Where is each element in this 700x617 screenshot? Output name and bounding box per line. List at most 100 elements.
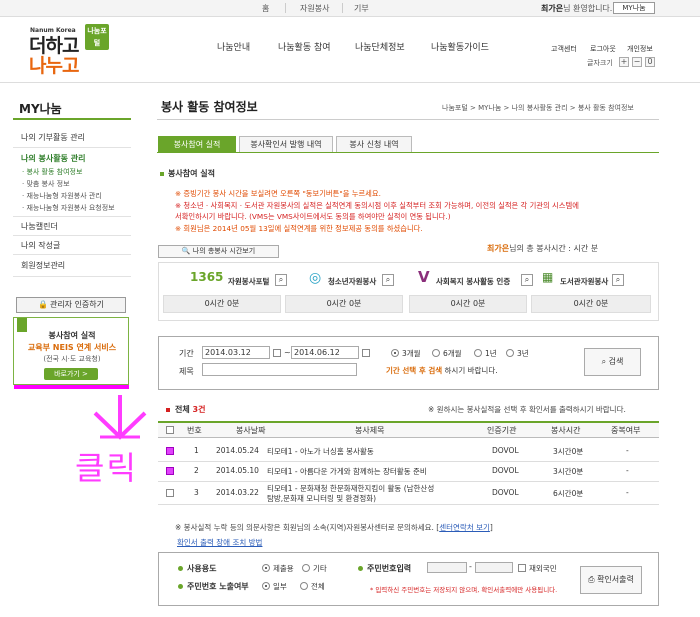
expose-option: 전체: [311, 582, 325, 591]
welcome-user-name: 최가은: [541, 4, 564, 13]
range-radio-3m[interactable]: [391, 349, 399, 357]
welcome-message: 최가은님 환영합니다.: [541, 3, 612, 14]
usage-radio-other[interactable]: [302, 564, 310, 572]
gnb-item-organizations[interactable]: 나눔단체정보: [355, 40, 405, 53]
search-icon[interactable]: ⌕: [382, 274, 394, 286]
range-radio-6m[interactable]: [432, 349, 440, 357]
gnb-item-activity-guide[interactable]: 나눔활동가이드: [431, 40, 489, 53]
util-customer-center[interactable]: 고객센터: [551, 44, 577, 54]
site-logo[interactable]: 더하고 나누고: [29, 35, 79, 76]
end-date-input[interactable]: 2014.06.12: [291, 346, 359, 359]
calendar-icon[interactable]: [362, 349, 370, 357]
font-increase-button[interactable]: +: [619, 57, 629, 67]
sidebar-sub-talent-request[interactable]: · 재능나눔형 자원봉사 요청정보: [22, 203, 115, 213]
gnb-item-participation[interactable]: 나눔활동 참여: [278, 40, 331, 53]
usage-label: 사용용도: [187, 564, 217, 573]
util-privacy[interactable]: 개인정보: [627, 44, 653, 54]
total-hours-text: 님의 총 봉사시간 :: [509, 244, 571, 253]
bullet-icon: [178, 584, 183, 589]
start-date-input[interactable]: 2014.03.12: [202, 346, 270, 359]
sidebar-sub-participation[interactable]: · 봉사 활동 참여정보: [22, 167, 82, 177]
sidebar-item-volunteer[interactable]: 나의 봉사활동 관리: [21, 153, 85, 164]
admin-cert-button[interactable]: 🔒 관리자 인증하기: [16, 297, 126, 313]
rrn-label: 주민번호입력: [367, 564, 412, 573]
top-link-home[interactable]: 홈: [262, 3, 269, 14]
gnb-item-guide[interactable]: 나눔안내: [217, 40, 250, 53]
sidebar-sub-custom[interactable]: · 맞춤 봉사 정보: [22, 179, 70, 189]
col-header: 번호: [187, 426, 202, 435]
foreigner-checkbox[interactable]: [518, 564, 526, 572]
my-nanum-button[interactable]: MY나눔: [613, 2, 655, 14]
page-title: 봉사 활동 참여정보: [161, 100, 258, 114]
font-decrease-button[interactable]: −: [632, 57, 642, 67]
title-search-input[interactable]: [202, 363, 357, 376]
table-hint: ※ 원하시는 봉사실적을 선택 후 확인서를 출력하시기 바랍니다.: [428, 405, 626, 414]
row-number: 2: [194, 466, 199, 475]
search-button-label: 검색: [608, 357, 624, 366]
divider: [285, 3, 286, 13]
util-logout[interactable]: 로그아웃: [590, 44, 616, 54]
top-link-volunteer[interactable]: 자원봉사: [300, 3, 329, 14]
row-number: 3: [194, 488, 199, 497]
search-icon[interactable]: ⌕: [521, 274, 533, 286]
total-hours-user: 최가은: [487, 244, 510, 253]
tab-certificate-history[interactable]: 봉사확인서 발행 내역: [239, 136, 333, 153]
calendar-icon[interactable]: [273, 349, 281, 357]
usage-radio-submit[interactable]: [262, 564, 270, 572]
sidebar-item-posts[interactable]: 나의 작성글: [21, 240, 60, 251]
logo-line1: 더하고: [29, 35, 79, 57]
total-hours-value: 시간 분: [573, 244, 599, 253]
row-title-line2[interactable]: 탐방,문화재 모니터링 및 환경정화): [267, 493, 376, 504]
my-nanum-label: MY나눔: [622, 4, 646, 12]
print-certificate-button[interactable]: ⎙ 확인서출력: [580, 566, 642, 594]
row-title[interactable]: 티모테1 - 아름다운 가게와 함께하는 장터활동 준비: [267, 466, 427, 477]
col-header: 인증기관: [487, 426, 517, 435]
table-header: [158, 421, 659, 438]
row-hours: 3시간0분: [553, 447, 584, 456]
sidebar-item-calendar[interactable]: 나눔캘린더: [21, 221, 58, 232]
divider: [13, 216, 131, 217]
logo-subtitle: Nanum Korea: [30, 27, 76, 34]
row-title[interactable]: 티모테1 - 아노가 너싱홈 봉사활동: [267, 446, 374, 457]
font-reset-button[interactable]: 0: [645, 57, 655, 67]
neis-go-button[interactable]: 바로가기 >: [44, 368, 98, 380]
expose-radio-partial[interactable]: [262, 582, 270, 590]
row-checkbox[interactable]: [166, 447, 174, 455]
rrn-back-input[interactable]: [475, 562, 513, 573]
bullet-icon: [178, 566, 183, 571]
search-icon[interactable]: ⌕: [275, 274, 287, 286]
search-button[interactable]: ⌕ 검색: [584, 348, 641, 376]
sidebar-item-member-info[interactable]: 회원정보관리: [21, 260, 65, 271]
top-utility-bar: 홈 자원봉사 기부 최가은님 환영합니다. MY나눔: [0, 0, 700, 17]
range-label: 6개월: [443, 349, 462, 358]
tab-participation-record[interactable]: 봉사참여 실적: [158, 136, 236, 153]
row-hours: 3시간0분: [553, 467, 584, 476]
print-button-label: 확인서출력: [597, 575, 634, 584]
range-label: 3개월: [402, 349, 421, 358]
top-link-donate[interactable]: 기부: [354, 3, 369, 14]
filter-hint-rest: 하시기 바랍니다.: [444, 366, 498, 375]
printer-icon: ⎙: [588, 575, 595, 584]
footnote: ※ 봉사실적 누락 등의 의문사항은 회원님의 소속(지역)자원봉사센터로 문의…: [175, 522, 493, 533]
row-checkbox[interactable]: [166, 489, 174, 497]
expose-radio-full[interactable]: [300, 582, 308, 590]
range-radio-3y[interactable]: [506, 349, 514, 357]
rrn-front-input[interactable]: [427, 562, 467, 573]
range-radio-1y[interactable]: [474, 349, 482, 357]
sidebar-item-donation[interactable]: 나의 기부활동 관리: [21, 132, 85, 143]
print-troubleshoot-link[interactable]: 확인서 출력 장애 조치 방법: [177, 537, 262, 548]
row-checkbox[interactable]: [166, 467, 174, 475]
sidebar-sub-talent-manage[interactable]: · 재능나눔형 자원봉사 관리: [22, 191, 102, 201]
tab-application-history[interactable]: 봉사 신청 내역: [336, 136, 412, 153]
divider: [13, 235, 131, 236]
admin-cert-label: 관리자 인증하기: [49, 300, 105, 309]
range-label: 1년: [485, 349, 497, 358]
center-contact-link[interactable]: 센터연락처 보기: [439, 523, 490, 532]
row-org: DOVOL: [492, 488, 519, 497]
divider: [342, 3, 343, 13]
footnote-close: ]: [489, 523, 493, 532]
search-icon[interactable]: ⌕: [612, 274, 624, 286]
select-all-checkbox[interactable]: [166, 426, 174, 434]
total-hours-button[interactable]: 🔍 나의 총봉사 시간보기: [158, 245, 279, 258]
total-hours-summary: 최가은님의 총 봉사시간 : 시간 분: [487, 243, 598, 254]
